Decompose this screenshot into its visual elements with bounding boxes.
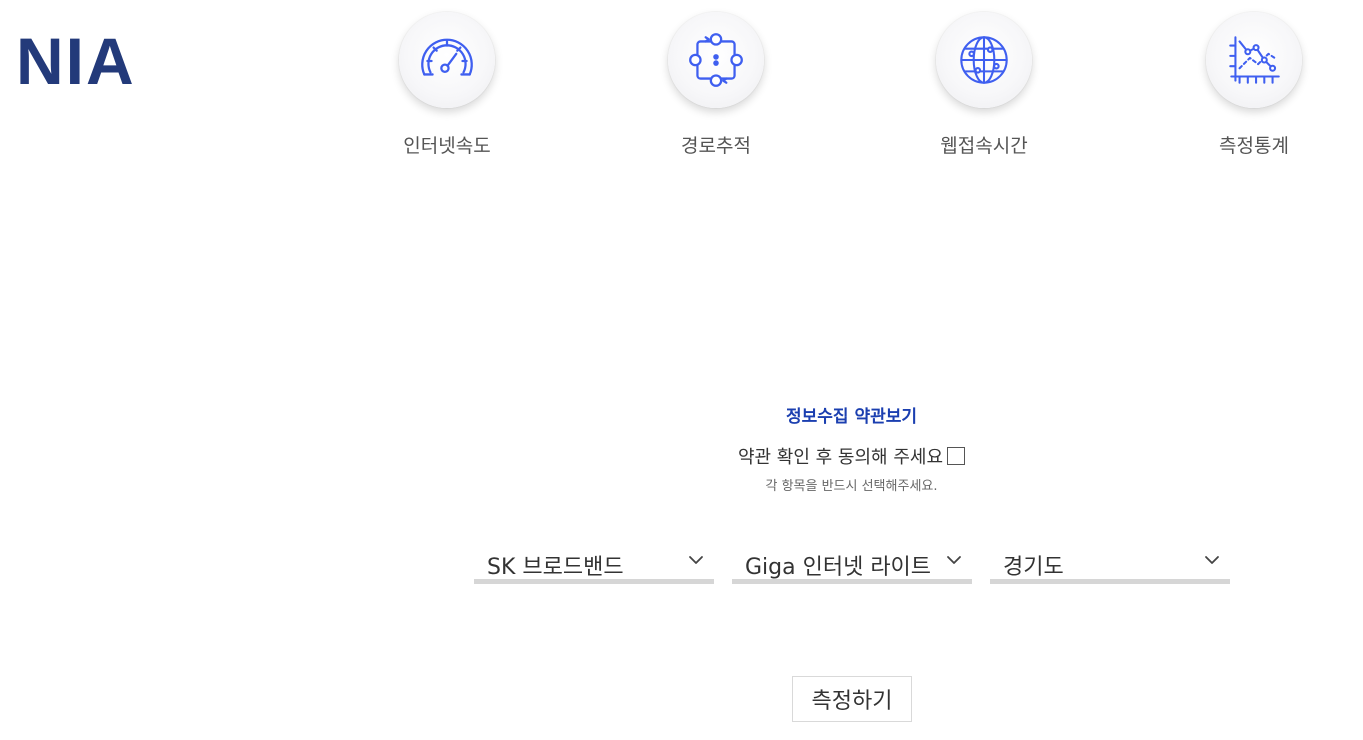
globe-network-icon bbox=[960, 36, 1008, 84]
provider-select[interactable]: SK 브로드밴드 bbox=[474, 544, 714, 584]
measure-button[interactable]: 측정하기 bbox=[792, 676, 912, 722]
selection-notice: 각 항목을 반드시 선택해주세요. bbox=[765, 479, 938, 494]
nav-icon-circle[interactable] bbox=[668, 12, 764, 108]
chevron-down-icon bbox=[689, 556, 703, 564]
terms-agree-checkbox[interactable] bbox=[947, 447, 966, 465]
nav-item-label: 측정통계 bbox=[1219, 135, 1289, 157]
nav-item-internet-speed[interactable]: 인터넷속도 bbox=[367, 12, 527, 172]
nav-item-label: 경로추적 bbox=[681, 135, 751, 157]
nav-item-label: 웹접속시간 bbox=[940, 135, 1028, 157]
speedometer-icon bbox=[421, 38, 473, 76]
plan-select[interactable]: Giga 인터넷 라이트 bbox=[732, 544, 972, 584]
region-select[interactable]: 경기도 bbox=[990, 544, 1230, 584]
terms-agree-row: 약관 확인 후 동의해 주세요 bbox=[0, 446, 1363, 470]
statistics-graph-icon bbox=[1229, 36, 1280, 84]
region-select-value: 경기도 bbox=[1003, 555, 1064, 580]
route-trace-icon bbox=[689, 33, 743, 87]
page: NIA 인터넷속도 경로추적 웹접속시간 측정통계 정보수집 약관보기 약관 확… bbox=[0, 0, 1363, 740]
chevron-down-icon bbox=[1205, 556, 1219, 564]
nav-icon-circle[interactable] bbox=[1206, 12, 1302, 108]
plan-select-value: Giga 인터넷 라이트 bbox=[745, 555, 932, 580]
nav-icon-circle[interactable] bbox=[399, 12, 495, 108]
nav-item-statistics[interactable]: 측정통계 bbox=[1174, 12, 1334, 172]
nia-logo[interactable]: NIA bbox=[16, 26, 136, 96]
nav-item-label: 인터넷속도 bbox=[403, 135, 491, 157]
nav-icon-circle[interactable] bbox=[936, 12, 1032, 108]
terms-view-link[interactable]: 정보수집 약관보기 bbox=[0, 402, 1363, 427]
nav-item-web-access-time[interactable]: 웹접속시간 bbox=[904, 12, 1064, 172]
chevron-down-icon bbox=[947, 556, 961, 564]
terms-agree-label: 약관 확인 후 동의해 주세요 bbox=[737, 447, 944, 468]
nav-item-route-trace[interactable]: 경로추적 bbox=[636, 12, 796, 172]
provider-select-value: SK 브로드밴드 bbox=[487, 555, 624, 580]
